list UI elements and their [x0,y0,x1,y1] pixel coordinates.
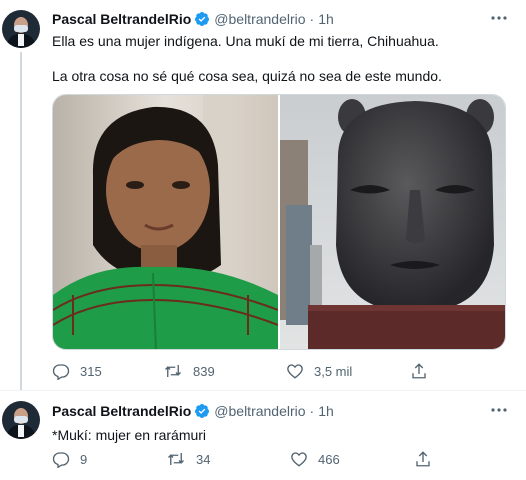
share-icon [412,363,426,379]
retweet-button[interactable]: 34 [166,448,290,470]
tweet-header: Pascal BeltrandelRio @beltrandelrio · 1h [52,10,334,28]
author-name[interactable]: Pascal BeltrandelRio [52,403,191,419]
timestamp[interactable]: 1h [318,403,334,419]
photo-woman-green-blouse[interactable] [53,95,278,349]
thread-line [20,52,22,390]
avatar-mask [14,25,28,32]
media-grid [52,94,506,350]
more-options-icon[interactable] [490,402,508,418]
reply-count: 315 [80,363,102,379]
reply-icon [52,452,70,468]
separator-dot: · [309,403,315,419]
author-handle[interactable]: @beltrandelrio [214,11,305,27]
tweet-text-line: *Mukí: mujer en rarámuri [52,427,207,443]
reply-icon [52,364,70,380]
like-button[interactable]: 466 [290,448,414,470]
tweet-header: Pascal BeltrandelRio @beltrandelrio · 1h [52,402,334,420]
share-button[interactable] [414,448,432,470]
avatar[interactable] [2,10,40,48]
like-count: 3,5 mil [314,363,353,379]
photo-dark-head-sculpture[interactable] [280,95,505,349]
tweet-2[interactable]: Pascal BeltrandelRio @beltrandelrio · 1h… [0,390,526,480]
retweet-count: 34 [196,451,211,467]
share-icon [416,451,430,467]
like-count: 466 [318,451,340,467]
share-button[interactable] [410,360,428,382]
heart-icon [287,364,303,379]
heart-icon [291,452,307,467]
more-options-icon[interactable] [490,10,508,26]
tweet-text-line: La otra cosa no sé qué cosa sea, quizá n… [52,68,442,84]
separator-dot: · [309,11,315,27]
verified-badge-icon [194,403,210,419]
reply-button[interactable]: 315 [52,360,163,382]
author-handle[interactable]: @beltrandelrio [214,403,305,419]
tweet-actions: 315 839 3,5 mil [52,360,472,382]
retweet-icon [165,365,181,377]
author-name[interactable]: Pascal BeltrandelRio [52,11,191,27]
like-button[interactable]: 3,5 mil [286,360,410,382]
retweet-count: 839 [193,363,215,379]
retweet-button[interactable]: 839 [163,360,286,382]
tweet-actions: 9 34 466 [52,448,472,470]
retweet-icon [168,453,184,465]
avatar-mask [14,416,28,423]
avatar-shirt [18,425,24,437]
timestamp[interactable]: 1h [318,11,334,27]
avatar[interactable] [2,401,40,439]
avatar-shirt [18,34,24,46]
reply-count: 9 [80,451,88,467]
reply-button[interactable]: 9 [52,448,166,470]
tweet-1[interactable]: Pascal BeltrandelRio @beltrandelrio · 1h… [0,0,526,391]
tweet-text-line: Ella es una mujer indígena. Una mukí de … [52,33,439,49]
verified-badge-icon [194,11,210,27]
